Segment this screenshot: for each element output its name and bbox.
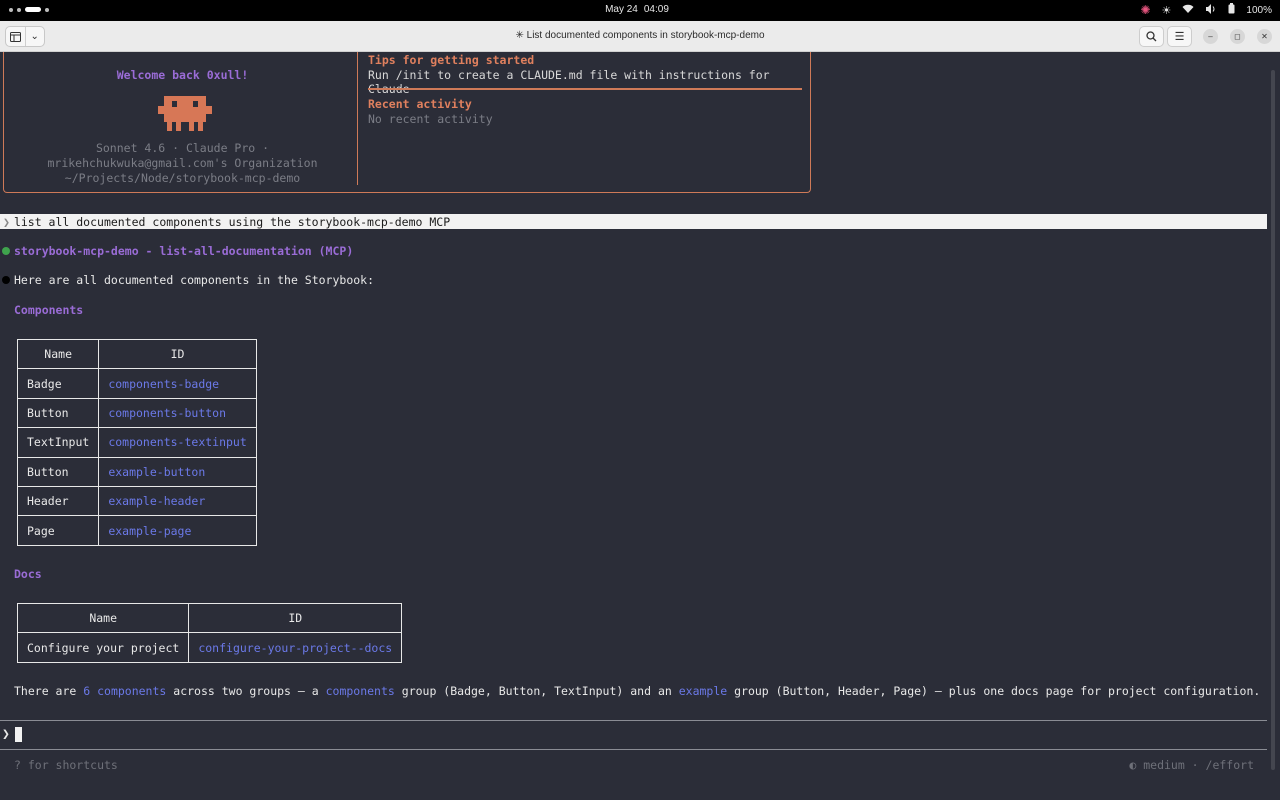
summary-text: There are 6 components across two groups… [14,684,1260,698]
user-prompt-text: list all documented components using the… [13,214,451,229]
welcome-greeting: Welcome back 0xull! [116,68,249,82]
input-top-divider [0,720,1267,721]
brightness-icon: ☀ [1161,4,1172,17]
scrollbar[interactable] [1271,70,1275,770]
table-row: TextInput components-textinput [16,427,257,458]
table-row: Page example-page [16,515,257,546]
summary-highlight: components [325,684,395,698]
doc-id: configure-your-project--docs [188,632,403,663]
table-header: ID [98,338,257,370]
prompt-chevron-icon: ❯ [3,214,10,229]
component-name: Page [16,515,100,546]
tips-divider [368,88,802,90]
close-icon: ✕ [1261,32,1268,41]
claude-tray-icon[interactable]: ✺ [1140,3,1150,17]
component-name: Header [16,485,100,517]
component-name: TextInput [16,427,100,458]
tool-status-dot-icon [2,247,10,255]
table-row: Button example-button [16,456,257,487]
summary-part: group (Button, Header, Page) — plus one … [727,684,1261,698]
tips-heading: Tips for getting started [368,53,535,67]
effort-indicator[interactable]: ◐ medium · /effort [1129,758,1254,772]
maximize-icon: ◻ [1234,32,1241,41]
table-row: Configure your project configure-your-pro… [16,632,403,663]
user-prompt: ❯ list all documented components using t… [0,214,1267,229]
text-cursor [14,727,22,742]
model-line: Sonnet 4.6 · Claude Pro · [95,141,270,155]
component-name: Badge [16,368,100,399]
summary-part: There are [14,684,84,698]
battery-icon [1228,3,1235,17]
menu-icon: ☰ [1174,31,1185,43]
window-title: ✳ List documented components in storyboo… [515,30,765,41]
system-tray[interactable]: ✺ ☀ 100% [1140,3,1272,17]
system-clock[interactable]: May 24 04:09 [0,4,1280,15]
docs-heading: Docs [14,567,42,581]
recent-activity-text: No recent activity [368,112,493,126]
clock-date: May 24 [605,4,638,15]
search-button[interactable] [1139,26,1164,47]
clock-time: 04:09 [643,4,669,15]
summary-part: across two groups — a [166,684,326,698]
summary-part: group (Badge, Button, TextInput) and an [394,684,679,698]
table-row: Badge components-badge [16,368,257,399]
docs-table: Name ID Configure your project configure-… [16,602,403,663]
tips-text: Run /init to create a CLAUDE.md file wit… [368,68,770,96]
table-header: Name [16,338,100,370]
table-row: Header example-header [16,485,257,517]
tool-call-text: storybook-mcp-demo - list-all-documentat… [14,244,354,258]
component-name: Button [16,397,100,429]
table-header: ID [188,602,403,634]
shortcuts-hint: ? for shortcuts [14,758,118,772]
window-titlebar: ⌄ ✳ List documented components in storyb… [0,21,1280,52]
components-table: Name ID Badge components-badge Button comp… [16,338,257,546]
terminal-area[interactable]: Welcome back 0xull! Sonnet 4.6 · Claude … [0,52,1280,800]
component-id: example-header [98,485,257,517]
minimize-icon: – [1208,32,1213,41]
search-icon [1146,31,1157,42]
welcome-panel: Welcome back 0xull! Sonnet 4.6 · Claude … [3,52,811,193]
chat-input[interactable]: ❯ [2,727,22,742]
minimize-button[interactable]: – [1203,29,1218,44]
summary-highlight: 6 components [83,684,167,698]
recent-activity-heading: Recent activity [368,97,472,111]
component-id: example-page [98,515,257,546]
components-heading: Components [14,303,84,317]
response-intro-text: Here are all documented components in th… [14,273,375,287]
table-header: Name [16,602,190,634]
wifi-icon [1182,4,1194,17]
org-line: mrikehchukwuka@gmail.com's Organization [47,156,318,170]
close-button[interactable]: ✕ [1257,29,1272,44]
response-intro-line: Here are all documented components in th… [2,273,374,287]
input-prompt-icon: ❯ [2,727,10,742]
maximize-button[interactable]: ◻ [1230,29,1245,44]
summary-highlight: example [678,684,728,698]
component-name: Button [16,456,100,487]
tool-call-line: storybook-mcp-demo - list-all-documentat… [2,244,353,258]
component-id: components-badge [98,368,257,399]
component-id: components-textinput [98,427,257,458]
doc-name: Configure your project [16,632,190,663]
response-dot-icon [2,276,10,284]
claude-mascot-icon [158,96,212,131]
component-id: example-button [98,456,257,487]
volume-icon [1205,3,1217,17]
system-top-bar: May 24 04:09 ✺ ☀ 100% [0,0,1280,21]
path-line: ~/Projects/Node/storybook-mcp-demo [64,171,301,185]
menu-button[interactable]: ☰ [1167,26,1192,47]
input-bottom-divider [0,749,1267,750]
table-row: Button components-button [16,397,257,429]
component-id: components-button [98,397,257,429]
battery-percent: 100% [1246,4,1272,16]
